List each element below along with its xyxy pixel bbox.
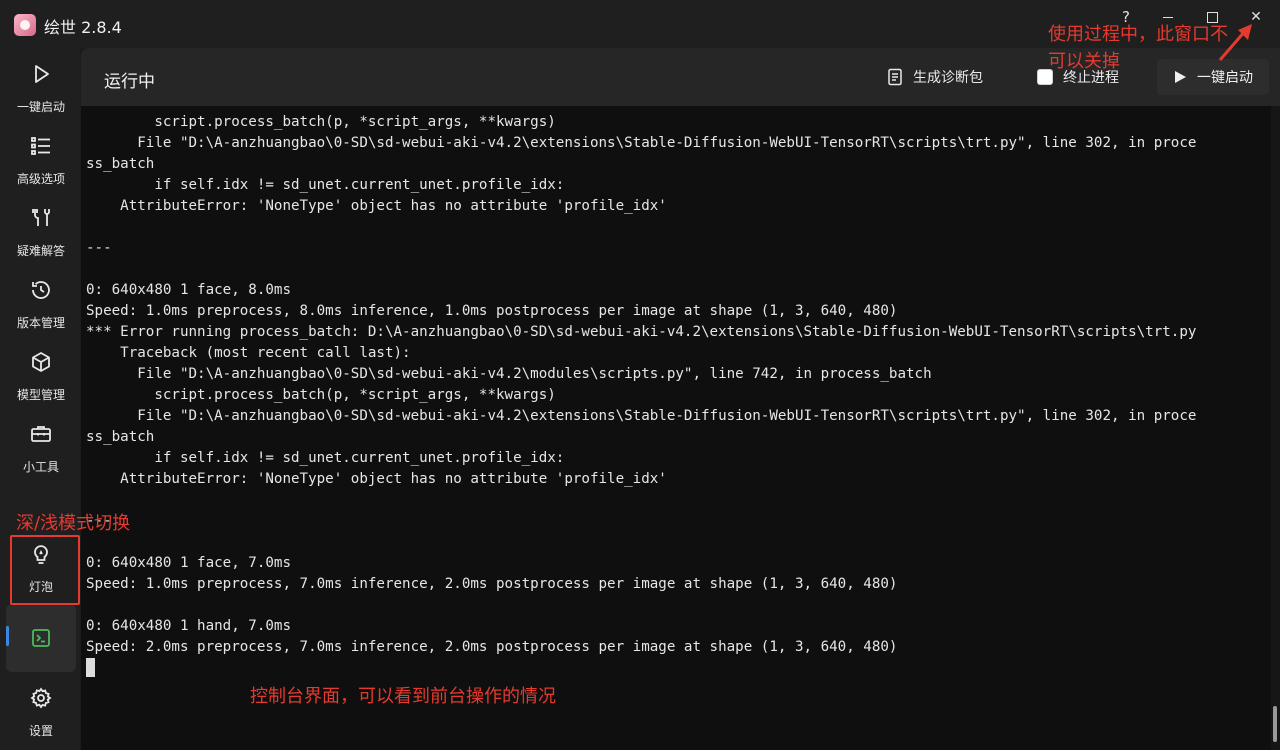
console-line: File "D:\A-anzhuangbao\0-SD\sd-webui-aki… xyxy=(137,366,932,382)
console-line: if self.idx != sd_unet.current_unet.prof… xyxy=(154,177,565,193)
console-line: 0: 640x480 1 hand, 7.0ms xyxy=(86,618,291,634)
sidebar-item-troubleshoot[interactable]: 疑难解答 xyxy=(6,200,76,262)
active-indicator xyxy=(6,626,9,646)
console-output[interactable]: script.process_batch(p, *script_args, **… xyxy=(81,106,1271,750)
console-line: Speed: 1.0ms preprocess, 8.0ms inference… xyxy=(86,303,898,319)
sidebar-item-label: 一键启动 xyxy=(16,100,65,114)
console-line: File "D:\A-anzhuangbao\0-SD\sd-webui-aki… xyxy=(137,135,1197,151)
sidebar-item-console[interactable] xyxy=(6,604,76,672)
main-panel: 运行中 生成诊断包 终止进程 一键启动 script.process_batch… xyxy=(81,48,1280,750)
console-line: ss_batch xyxy=(86,156,155,172)
app-title: 绘世 2.8.4 xyxy=(44,18,122,37)
text-cursor xyxy=(86,658,95,677)
annotation-arrow-icon xyxy=(1218,24,1252,61)
toolbox-icon xyxy=(31,426,51,442)
play-icon xyxy=(35,65,49,83)
console-line: 0: 640x480 1 face, 7.0ms xyxy=(86,555,291,571)
console-line: script.process_batch(p, *script_args, **… xyxy=(154,387,556,403)
document-icon xyxy=(888,68,902,86)
terminal-icon xyxy=(32,629,50,647)
console-line: if self.idx != sd_unet.current_unet.prof… xyxy=(154,450,565,466)
tools-icon xyxy=(32,209,50,226)
page-title: 运行中 xyxy=(104,72,155,92)
console-line: Speed: 2.0ms preprocess, 7.0ms inference… xyxy=(86,639,898,655)
console-log: script.process_batch(p, *script_args, **… xyxy=(86,112,1196,680)
scrollbar-thumb[interactable] xyxy=(1273,706,1277,742)
cube-icon xyxy=(32,352,50,372)
console-line: script.process_batch(p, *script_args, **… xyxy=(154,114,556,130)
keep-window-open-annotation: 使用过程中，此窗口不可以关掉 xyxy=(1048,24,1228,72)
console-line: File "D:\A-anzhuangbao\0-SD\sd-webui-aki… xyxy=(137,408,1197,424)
sidebar-item-versions[interactable]: 版本管理 xyxy=(6,272,76,334)
history-icon xyxy=(32,281,50,299)
scrollbar[interactable] xyxy=(1271,106,1280,750)
sidebar-item-launch[interactable]: 一键启动 xyxy=(6,56,76,118)
console-line: --- xyxy=(86,240,112,256)
diagnostic-package-button[interactable]: 生成诊断包 xyxy=(887,62,983,92)
diagnostic-package-label: 生成诊断包 xyxy=(913,70,983,86)
console-line: Speed: 1.0ms preprocess, 7.0ms inference… xyxy=(86,576,898,592)
sidebar: 一键启动 高级选项 疑难解答 版本管理 模型管理 小工具 灯泡 设置 xyxy=(0,48,80,750)
console-line: AttributeError: 'NoneType' object has no… xyxy=(120,198,667,214)
list-settings-icon xyxy=(31,137,50,155)
console-line: ss_batch xyxy=(86,429,155,445)
theme-toggle-annotation: 深/浅模式切换 xyxy=(16,513,131,534)
sidebar-item-label: 小工具 xyxy=(22,460,59,474)
sidebar-item-settings[interactable]: 设置 xyxy=(6,680,76,742)
sidebar-item-label: 模型管理 xyxy=(16,388,65,402)
console-line: *** Error running process_batch: D:\A-an… xyxy=(86,324,1197,340)
sidebar-item-label: 疑难解答 xyxy=(16,244,65,258)
console-line: AttributeError: 'NoneType' object has no… xyxy=(120,471,667,487)
gear-icon xyxy=(30,687,52,709)
sidebar-item-label: 版本管理 xyxy=(16,316,65,330)
sidebar-item-label: 高级选项 xyxy=(16,172,65,186)
sidebar-item-models[interactable]: 模型管理 xyxy=(6,344,76,406)
app-logo-icon xyxy=(14,14,36,36)
sidebar-item-advanced[interactable]: 高级选项 xyxy=(6,128,76,190)
theme-toggle-highlight xyxy=(10,535,80,605)
console-line: Traceback (most recent call last): xyxy=(120,345,411,361)
sidebar-item-tools[interactable]: 小工具 xyxy=(6,416,76,478)
sidebar-item-label: 设置 xyxy=(28,724,53,738)
console-line: 0: 640x480 1 face, 8.0ms xyxy=(86,282,291,298)
console-annotation: 控制台界面，可以看到前台操作的情况 xyxy=(250,686,556,707)
